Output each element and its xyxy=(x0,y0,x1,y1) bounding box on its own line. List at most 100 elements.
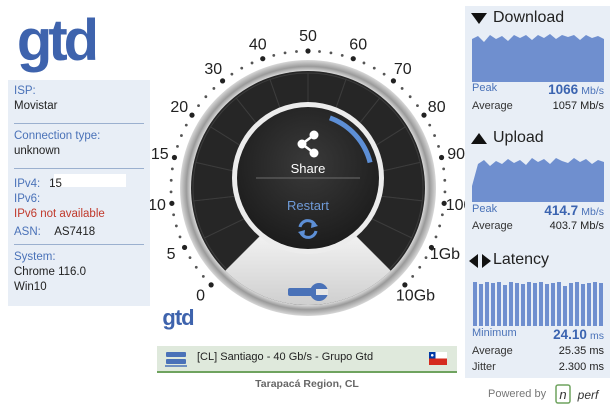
gauge-tick-label: 40 xyxy=(249,37,267,54)
divider xyxy=(14,168,144,169)
latency-bar xyxy=(587,283,591,326)
divider xyxy=(14,123,144,124)
download-average-value: 1057 Mb/s xyxy=(552,100,604,112)
gauge-tick-dot xyxy=(318,50,321,53)
latency-bar xyxy=(575,282,579,326)
gtd-logo: gtd xyxy=(17,10,98,73)
gauge-tick-dot xyxy=(437,144,440,148)
gauge-tick-dot xyxy=(400,87,404,90)
restart-label: Restart xyxy=(287,198,329,213)
chile-flag-icon xyxy=(429,352,447,365)
latency-minimum-unit: ms xyxy=(590,330,604,342)
gauge-tick-dot xyxy=(434,235,438,239)
upload-title: Upload xyxy=(493,129,544,146)
gauge-tick-dot xyxy=(194,265,198,269)
gauge-tick-dot xyxy=(438,154,445,161)
latency-average-label: Average xyxy=(472,345,513,357)
gauge-tick-dot xyxy=(169,200,175,206)
latency-bar xyxy=(521,284,525,326)
share-label: Share xyxy=(290,161,326,176)
gauge-tick-dot xyxy=(172,213,176,217)
gauge-tick-dot xyxy=(204,95,208,99)
gauge-tick-dot xyxy=(184,123,188,127)
server-selector[interactable]: [CL] Santiago - 40 Gb/s - Grupo Gtd xyxy=(157,346,457,373)
latency-bar xyxy=(599,283,603,326)
powered-by-label: Powered by xyxy=(488,388,547,400)
gauge-tick-dot xyxy=(340,53,344,57)
gauge-tick-dot xyxy=(176,144,179,148)
gauge-tick-dot xyxy=(197,104,200,108)
gauge-tick-label: 10 xyxy=(150,197,166,214)
gauge-tick-dot xyxy=(188,256,192,260)
gauge-tick-dot xyxy=(283,51,287,55)
gauge-tick-label: 5 xyxy=(167,246,176,263)
gauge-tick-dot xyxy=(208,282,214,288)
gauge-tick-dot xyxy=(350,56,356,62)
gauge-tick-label: 1Gb xyxy=(430,246,460,263)
upload-peak-unit: Mb/s xyxy=(581,206,604,218)
latency-bar xyxy=(557,282,561,326)
gauge-tick-dot xyxy=(272,53,276,57)
latency-bar xyxy=(539,282,543,326)
asn-label: ASN: xyxy=(14,226,41,238)
download-graph xyxy=(472,34,604,82)
latency-arrows-icon xyxy=(469,254,491,268)
server-name: [CL] Santiago - 40 Gb/s - Grupo Gtd xyxy=(197,351,374,363)
gauge-tick-dot xyxy=(433,134,436,137)
download-peak-unit: Mb/s xyxy=(581,85,604,97)
os-value: Win10 xyxy=(14,281,47,293)
gauge-tick-dot xyxy=(443,178,447,182)
gauge-tick-dot xyxy=(178,235,182,239)
ipv4-value: 15 xyxy=(49,178,62,190)
latency-bar xyxy=(569,283,573,326)
gauge-tick-dot xyxy=(169,190,173,194)
gauge-tick-dot xyxy=(171,154,178,161)
ipv6-value: IPv6 not available xyxy=(14,208,105,220)
latency-bar xyxy=(551,283,555,326)
browser-value: Chrome 116.0 xyxy=(14,266,87,278)
latency-bar xyxy=(545,284,549,326)
isp-info-panel: ISP: Movistar Connection type: unknown I… xyxy=(8,80,150,306)
gauge-tick-label: 30 xyxy=(204,61,222,78)
latency-bar xyxy=(473,282,477,326)
gauge-tick-dot xyxy=(372,66,376,70)
gauge-tick-dot xyxy=(240,66,244,70)
gauge-tick-dot xyxy=(440,213,444,217)
gauge-tick-label: 10Gb xyxy=(396,287,435,304)
gauge-tick-dot xyxy=(424,256,428,260)
gauge-tick-dot xyxy=(174,224,178,228)
results-panel: Download Peak 1066 Mb/s Average 1057 Mb/… xyxy=(465,6,610,378)
gauge-tick-dot xyxy=(438,224,442,228)
gauge-tick-dot xyxy=(169,178,173,182)
asn-value: AS7418 xyxy=(54,226,96,238)
gauge-tick-label: 0 xyxy=(196,287,205,304)
upload-peak-value: 414.7 xyxy=(544,203,579,218)
download-arrow-icon xyxy=(471,13,487,24)
gauge-tick-dot xyxy=(250,61,254,65)
latency-jitter-value: 2.300 ms xyxy=(558,361,604,373)
latency-bar xyxy=(593,282,597,326)
gauge-tick-dot xyxy=(382,72,386,76)
upload-average-value: 403.7 Mb/s xyxy=(549,220,604,232)
restart-button[interactable]: Restart xyxy=(268,190,348,250)
gauge-tick-dot xyxy=(428,123,432,127)
connection-type-value: unknown xyxy=(14,145,61,157)
isp-value: Movistar xyxy=(14,100,58,112)
divider xyxy=(14,244,144,245)
gauge-tick-dot xyxy=(189,112,195,118)
latency-graph xyxy=(473,282,603,326)
speed-gauge: 0 5 10 15 20 30 40 50 60 70 80 90 100 1Gb 10Gb xyxy=(150,28,466,316)
gauge-tick-dot xyxy=(180,134,183,137)
gauge-tick-dot xyxy=(418,265,422,269)
latency-average-value: 25.35 ms xyxy=(558,345,604,357)
gauge-tick-dot xyxy=(329,51,333,55)
upload-arrow-icon xyxy=(471,133,487,144)
gauge-tick-dot xyxy=(219,78,226,84)
share-button[interactable]: Share xyxy=(268,124,348,184)
svg-text:perf: perf xyxy=(577,388,600,402)
latency-bar xyxy=(503,285,507,326)
nperf-logo[interactable]: n perf xyxy=(555,383,607,405)
server-icon xyxy=(165,352,187,367)
gauge-tick-dot xyxy=(416,104,419,108)
gtd-small-logo: gtd xyxy=(162,305,194,330)
